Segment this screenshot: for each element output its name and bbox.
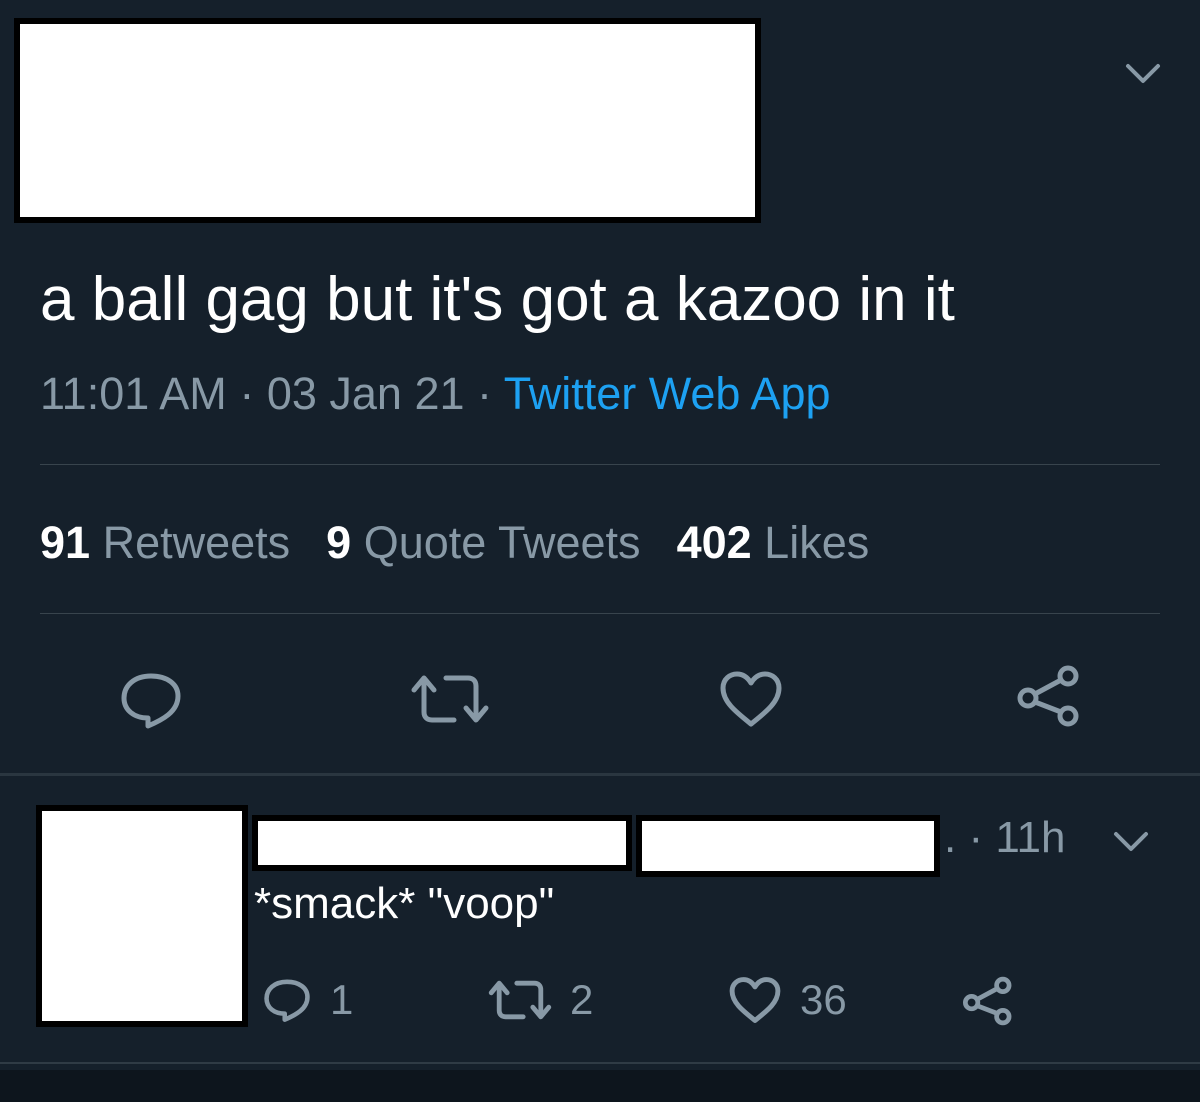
like-count: 36 (800, 976, 847, 1023)
divider (0, 1062, 1200, 1064)
retweets-label: Retweets (102, 517, 291, 568)
tweet-time: 11:01 AM (40, 368, 227, 419)
redacted-author-header (14, 18, 761, 223)
retweets-stat[interactable]: 91 Retweets (40, 517, 290, 568)
chevron-down-icon[interactable] (1108, 822, 1154, 860)
like-icon (729, 977, 781, 1023)
like-icon[interactable] (718, 670, 784, 728)
reply-timestamp[interactable]: . · 11h (944, 810, 1066, 866)
meta-separator: · (239, 368, 255, 419)
likes-count: 402 (676, 517, 752, 568)
reply-time-value: 11h (995, 813, 1066, 862)
tweet-text: a ball gag but it's got a kazoo in it (40, 265, 955, 334)
tweet-meta: 11:01 AM · 03 Jan 21 · Twitter Web App (40, 366, 831, 422)
reply-retweet-button[interactable]: 2 (488, 975, 593, 1025)
retweet-icon[interactable] (410, 672, 490, 726)
chevron-down-icon[interactable] (1122, 56, 1164, 92)
retweets-count: 91 (40, 517, 91, 568)
meta-separator: · (477, 368, 493, 419)
reply-icon (264, 979, 310, 1022)
next-tweet-edge (0, 1070, 1200, 1102)
reply-time-prefix: . · (944, 813, 984, 862)
share-icon (963, 976, 1012, 1026)
share-icon[interactable] (1016, 664, 1082, 728)
likes-label: Likes (764, 517, 870, 568)
reply-icon[interactable] (118, 670, 184, 730)
quotes-label: Quote Tweets (363, 517, 641, 568)
reply-count: 1 (330, 976, 354, 1023)
tweet-stats: 91 Retweets 9 Quote Tweets 402 Likes (40, 515, 869, 571)
quotes-count: 9 (326, 517, 352, 568)
divider (40, 464, 1160, 465)
redacted-display-name (252, 815, 632, 871)
redacted-handle (636, 815, 940, 877)
reply-text: *smack* "voop" (254, 879, 555, 928)
redacted-avatar (36, 805, 248, 1027)
reply-reply-button[interactable]: 1 (262, 975, 353, 1025)
quote-tweets-stat[interactable]: 9 Quote Tweets (326, 517, 640, 568)
tweet-source-link[interactable]: Twitter Web App (504, 368, 831, 419)
reply-share-button[interactable] (962, 976, 1014, 1026)
reply-like-button[interactable]: 36 (728, 975, 847, 1025)
likes-stat[interactable]: 402 Likes (677, 517, 870, 568)
retweet-count: 2 (570, 976, 594, 1023)
retweet-icon (488, 980, 552, 1020)
divider (0, 773, 1200, 776)
tweet-date: 03 Jan 21 (266, 368, 465, 419)
divider (40, 613, 1160, 614)
